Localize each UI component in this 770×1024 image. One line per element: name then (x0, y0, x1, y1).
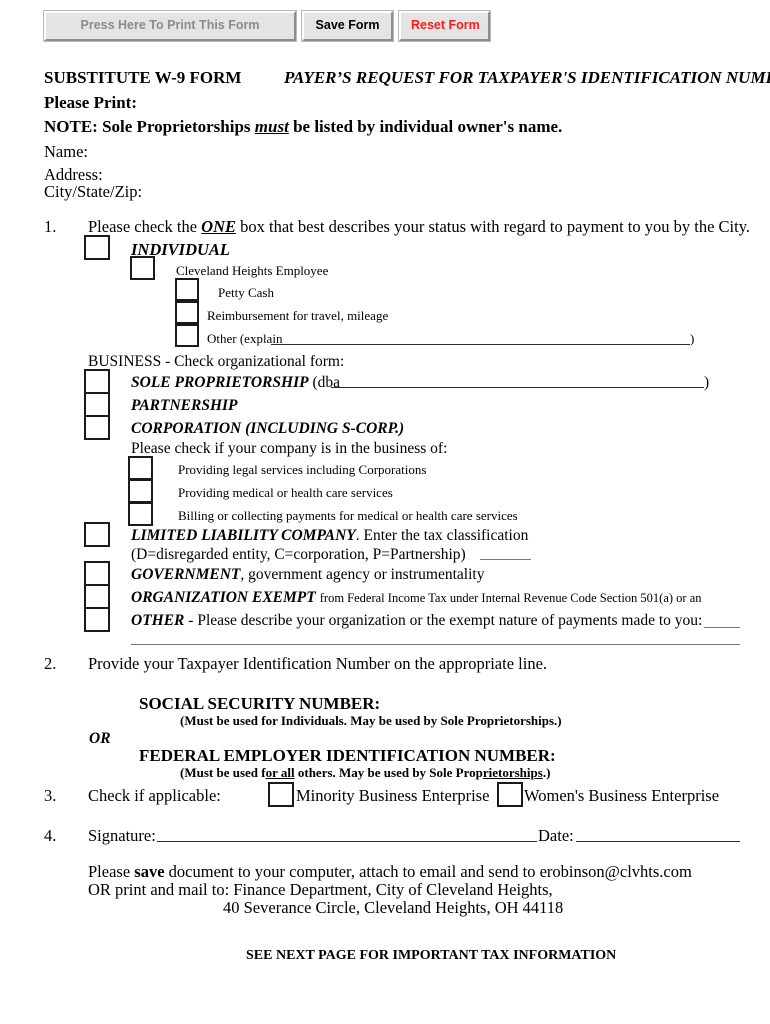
next-page-notice: SEE NEXT PAGE FOR IMPORTANT TAX INFORMAT… (246, 948, 617, 963)
other-organization-line-1[interactable] (704, 627, 740, 628)
note-prefix: NOTE: Sole Proprietorships (44, 117, 255, 136)
business-of-option-medical: Providing medical or health care service… (178, 485, 393, 500)
checkbox-medical-services[interactable] (128, 479, 153, 503)
name-label: Name: (44, 142, 88, 161)
business-of-option-legal: Providing legal services including Corpo… (178, 462, 427, 477)
date-label: Date: (538, 826, 574, 845)
checkbox-women-business-enterprise[interactable] (497, 782, 523, 807)
checkbox-limited-liability-company[interactable] (84, 522, 110, 547)
footer-line-3: 40 Severance Circle, Cleveland Heights, … (223, 898, 564, 917)
footer-line-1-emphasis: save (134, 862, 165, 881)
ein-note: (Must be used for all others. May be use… (180, 765, 550, 781)
checkbox-minority-business-enterprise[interactable] (268, 782, 294, 807)
sole-proprietorship-dba: (dba (312, 374, 340, 391)
business-of-header: Please check if your company is in the b… (131, 440, 448, 457)
section-3-number: 3. (44, 786, 57, 805)
section-2-instruction: Provide your Taxpayer Identification Num… (88, 654, 548, 673)
signature-label: Signature: (88, 826, 156, 845)
corporation-label: CORPORATION (INCLUDING S-CORP.) (131, 420, 405, 437)
other-organization-line-2[interactable] (131, 644, 740, 645)
note-suffix: be listed by individual owner's name. (288, 117, 563, 136)
save-form-button[interactable]: Save Form (301, 10, 394, 42)
section-3-label: Check if applicable: (88, 786, 221, 805)
sole-proprietorship-dba-line[interactable] (331, 387, 704, 388)
government-label: GOVERNMENT (131, 566, 241, 583)
business-header: BUSINESS - Check organizational form: (88, 353, 345, 370)
llc-row: LIMITED LIABILITY COMPANY. Enter the tax… (131, 527, 528, 545)
sole-proprietorship-label: SOLE PROPRIETORSHIP (131, 374, 309, 391)
llc-text: . Enter the tax classification (355, 527, 529, 544)
llc-classification-line: (D=disregarded entity, C=corporation, P=… (131, 546, 466, 563)
section-1-instruction-before: Please check the (88, 217, 202, 236)
llc-classification-input-line[interactable] (480, 559, 531, 560)
form-subtitle: PAYER’S REQUEST FOR TAXPAYER'S IDENTIFIC… (283, 68, 770, 87)
organization-exempt-label: ORGANIZATION EXEMPT (131, 589, 316, 606)
section-4-number: 4. (44, 826, 57, 845)
llc-label: LIMITED LIABILITY COMPANY (131, 527, 356, 544)
other-organization-label: OTHER (131, 612, 185, 629)
note-emphasis: must (254, 117, 289, 136)
or-label: OR (89, 730, 111, 747)
checkbox-billing-medical[interactable] (128, 502, 153, 526)
ein-note-part-c: others. May be used by Sole Prop (294, 765, 483, 780)
individual-option-reimbursement: Reimbursement for travel, mileage (207, 308, 389, 323)
checkbox-other-organization[interactable] (84, 607, 110, 632)
checkbox-partnership[interactable] (84, 392, 110, 417)
sole-proprietorship-close-paren: ) (704, 374, 710, 391)
business-of-option-billing: Billing or collecting payments for medic… (178, 508, 518, 523)
individual-option-petty-cash: Petty Cash (218, 285, 274, 300)
ssn-note: (Must be used for Individuals. May be us… (180, 713, 562, 728)
print-form-button[interactable]: Press Here To Print This Form (43, 10, 297, 42)
government-text: , government agency or instrumentality (240, 566, 485, 583)
government-row: GOVERNMENT, government agency or instrum… (131, 566, 484, 584)
checkbox-individual-other[interactable] (175, 324, 199, 347)
checkbox-individual[interactable] (84, 235, 110, 260)
footer-line-1-after: document to your computer, attach to ema… (164, 862, 692, 881)
reset-form-button[interactable]: Reset Form (398, 10, 491, 42)
checkbox-cleveland-heights-employee[interactable] (130, 256, 155, 280)
section-1-instruction: Please check the ONE box that best descr… (88, 217, 750, 237)
checkbox-corporation[interactable] (84, 415, 110, 440)
city-state-zip-label: City/State/Zip: (44, 182, 143, 201)
individual-other-explain-line[interactable] (271, 344, 690, 345)
individual-other-close-paren: ) (690, 331, 695, 346)
partnership-label: PARTNERSHIP (131, 397, 238, 414)
checkbox-reimbursement[interactable] (175, 301, 199, 324)
please-print-label: Please Print: (44, 93, 137, 112)
date-input-line[interactable] (576, 841, 740, 842)
other-organization-row: OTHER - Please describe your organizatio… (131, 612, 702, 630)
ssn-label: SOCIAL SECURITY NUMBER: (139, 694, 381, 713)
form-header-line: SUBSTITUTE W-9 FORM PAYER’S REQUEST FOR … (44, 68, 770, 88)
sole-proprietorship-note: NOTE: Sole Proprietorships must be liste… (44, 117, 562, 137)
checkbox-legal-services[interactable] (128, 456, 153, 480)
form-title: SUBSTITUTE W-9 FORM (44, 68, 242, 87)
form-toolbar: Press Here To Print This Form Save Form … (43, 10, 491, 42)
checkbox-sole-proprietorship[interactable] (84, 369, 110, 394)
section-1-number: 1. (44, 217, 57, 236)
checkbox-petty-cash[interactable] (175, 278, 199, 301)
section-2-number: 2. (44, 654, 57, 673)
ein-note-part-d: rietorships (482, 765, 543, 780)
section-1-instruction-emphasis: ONE (201, 217, 236, 236)
checkbox-organization-exempt[interactable] (84, 584, 110, 609)
checkbox-government[interactable] (84, 561, 110, 586)
organization-exempt-text: from Federal Income Tax under Internal R… (319, 591, 702, 605)
ein-note-part-e: .) (542, 765, 551, 780)
footer-line-2: OR print and mail to: Finance Department… (88, 880, 553, 899)
ein-label: FEDERAL EMPLOYER IDENTIFICATION NUMBER: (139, 746, 556, 765)
ein-note-part-b: or all (265, 765, 295, 780)
minority-business-label: Minority Business Enterprise (296, 786, 490, 805)
other-organization-text: - Please describe your organization or t… (188, 612, 703, 629)
footer-line-1: Please save document to your computer, a… (88, 862, 692, 882)
individual-option-employee: Cleveland Heights Employee (176, 263, 329, 278)
organization-exempt-row: ORGANIZATION EXEMPT from Federal Income … (131, 589, 702, 607)
ein-note-part-a: (Must be used f (180, 765, 266, 780)
footer-line-1-before: Please (88, 862, 135, 881)
sole-proprietorship-row: SOLE PROPRIETORSHIP (dba (131, 374, 340, 392)
signature-input-line[interactable] (157, 841, 537, 842)
section-1-instruction-after: box that best describes your status with… (236, 217, 751, 236)
women-business-label: Women's Business Enterprise (524, 786, 720, 805)
